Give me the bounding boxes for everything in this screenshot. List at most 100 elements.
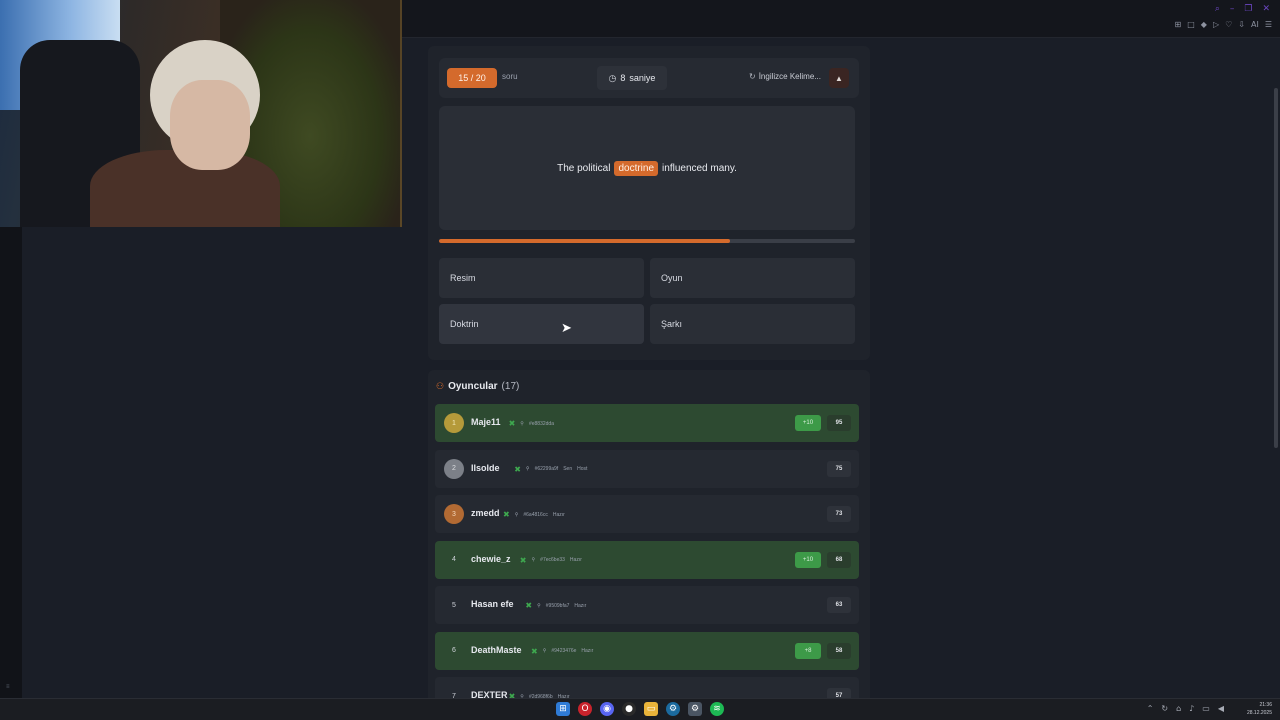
sidebar-menu-icon[interactable]: ≡ — [6, 684, 10, 690]
player-rank: 6 — [452, 647, 456, 654]
opera-icon[interactable]: O — [578, 702, 592, 716]
network-icon[interactable]: ⌂ — [1176, 704, 1181, 713]
player-status: Hazır — [574, 602, 587, 609]
player-status: Hazır — [581, 648, 594, 654]
player-id: #7ec6be33 — [540, 557, 565, 563]
kick-user-icon[interactable]: ⚲ — [537, 603, 541, 609]
answered-check-icon: ✖ — [514, 464, 521, 474]
heart-icon[interactable]: ♡ — [1225, 20, 1232, 29]
time-progress-bar — [439, 239, 855, 243]
search-icon[interactable]: ⌕ — [1215, 4, 1220, 14]
quiz-header: 15 / 20 soru ◷ 8 saniye ↻ İngilizce Keli… — [439, 58, 859, 98]
player-score: 75 — [827, 460, 851, 477]
shield-icon[interactable]: ◆ — [1201, 20, 1207, 29]
answer-option-3[interactable]: Doktrin — [439, 304, 644, 344]
player-score: 95 — [827, 415, 851, 431]
highlighted-word: doctrine — [614, 160, 659, 176]
answered-check-icon: ✖ — [531, 646, 538, 656]
quiz-card: 15 / 20 soru ◷ 8 saniye ↻ İngilizce Keli… — [428, 46, 870, 360]
taskbar-clock[interactable]: 21:36 28.12.2025 — [1247, 701, 1272, 717]
webcam-person-face — [170, 80, 250, 170]
kick-user-icon[interactable]: ⚲ — [520, 421, 524, 427]
player-score: 68 — [827, 551, 851, 568]
users-icon: ⚇ — [436, 381, 445, 391]
question-sentence: The political doctrine influenced many. — [439, 106, 855, 230]
window-controls: ⌕ – ❐ ✕ — [1215, 4, 1270, 14]
player-score: 58 — [827, 642, 851, 659]
question-counter-label: soru — [502, 72, 518, 81]
kick-user-icon[interactable]: ⚲ — [526, 466, 530, 472]
player-meta: ✖ ⚲ #7ec6be33 Hazır — [520, 556, 582, 565]
pin-icon[interactable]: ⊞ — [1175, 20, 1182, 29]
kick-user-icon[interactable]: ⚲ — [543, 648, 547, 654]
players-title: ⚇ Oyuncular (17) — [436, 381, 519, 392]
monitor-icon[interactable]: ▭ — [1202, 704, 1210, 713]
player-name: chewie_z — [471, 553, 511, 564]
answered-check-icon: ✖ — [503, 510, 510, 519]
taskbar-date: 28.12.2025 — [1246, 710, 1272, 716]
player-rank: 5 — [452, 601, 456, 609]
minimize-icon[interactable]: – — [1230, 4, 1235, 14]
player-name: DeathMaste — [471, 644, 522, 655]
player-id: #6a4816cc — [523, 511, 548, 518]
answer-option-2[interactable]: Oyun — [650, 258, 855, 298]
system-tray: ⌃ ↻ ⌂ ♪ ▭ ◀ — [1147, 704, 1224, 713]
scrollbar-thumb[interactable] — [1274, 88, 1278, 448]
player-meta: ✖ ⚲ #62299a9f Sen Host — [514, 465, 587, 474]
kick-user-icon[interactable]: ⚲ — [532, 557, 536, 563]
player-rank: 4 — [452, 556, 456, 563]
player-id: #62299a9f — [534, 466, 559, 472]
windows-start-icon[interactable]: ⊞ — [556, 702, 570, 716]
player-row: 3 zmedd ✖ ⚲ #6a4816cc Hazır 73 — [435, 495, 859, 533]
report-button[interactable]: ▲ — [829, 68, 849, 88]
question-counter: 15 / 20 — [447, 68, 497, 88]
points-gained-badge: +10 — [795, 551, 821, 568]
play-icon[interactable]: ▷ — [1213, 20, 1219, 29]
answer-option-4[interactable]: Şarkı — [650, 304, 855, 344]
page-scrollbar[interactable] — [1273, 40, 1278, 700]
category-text: İngilizce Kelime... — [758, 72, 821, 81]
spotify-icon[interactable]: ≋ — [710, 702, 724, 716]
kick-user-icon[interactable]: ⚲ — [515, 512, 519, 518]
mouse-cursor-icon: ➤ — [561, 321, 572, 336]
timer-unit: saniye — [629, 73, 656, 83]
close-icon[interactable]: ✕ — [1262, 4, 1270, 14]
player-row: 1 Maje11 ✖ ⚲ #e8832dda +10 95 — [435, 404, 859, 442]
settings-icon[interactable]: ⚙ — [688, 702, 702, 716]
player-row: 2 IIsolde ✖ ⚲ #62299a9f Sen Host 75 — [435, 449, 859, 488]
steam-icon[interactable]: ⚙ — [666, 702, 680, 716]
webcam-overlay — [0, 0, 402, 227]
timer-value: 8 — [620, 73, 626, 83]
maximize-icon[interactable]: ❐ — [1244, 4, 1252, 14]
player-meta: ✖ ⚲ #e8832dda — [509, 419, 554, 428]
player-rank: 2 — [444, 458, 464, 479]
sync-icon[interactable]: ↻ — [1161, 704, 1168, 713]
player-meta: ✖ ⚲ #9509bfa7 Hazır — [525, 601, 586, 610]
player-row: 5 Hasan efe ✖ ⚲ #9509bfa7 Hazır 63 — [435, 586, 859, 624]
square-icon[interactable]: □ — [1187, 20, 1195, 29]
player-row: 6 DeathMaste ✖ ⚲ #9423476e Hazır +8 58 — [435, 631, 859, 670]
download-icon[interactable]: ⇩ — [1238, 20, 1245, 29]
sentence-after: influenced many. — [662, 162, 737, 174]
obs-icon[interactable]: ● — [622, 702, 636, 716]
category-label: ↻ İngilizce Kelime... — [749, 72, 821, 81]
ai-button[interactable]: AI — [1251, 20, 1259, 29]
answered-check-icon: ✖ — [508, 419, 516, 428]
discord-icon[interactable]: ◉ — [600, 702, 614, 716]
sentence-before: The political — [557, 162, 611, 174]
player-host-badge: Host — [577, 466, 588, 472]
folder-icon[interactable]: ▭ — [644, 702, 658, 716]
menu-icon[interactable]: ☰ — [1265, 20, 1272, 29]
players-card: ⚇ Oyuncular (17) 1 Maje11 ✖ ⚲ #e8832dda +10 95… — [428, 370, 870, 715]
player-id: #9423476e — [551, 648, 577, 654]
taskbar-time: 21:36 — [1259, 702, 1272, 708]
microphone-icon[interactable]: ♪ — [1189, 704, 1194, 713]
chevron-up-icon[interactable]: ⌃ — [1147, 704, 1154, 713]
taskbar-apps: ⊞ O ◉ ● ▭ ⚙ ⚙ ≋ — [556, 702, 724, 716]
answered-check-icon: ✖ — [525, 601, 533, 610]
answer-option-1[interactable]: Resim — [439, 258, 644, 298]
volume-icon[interactable]: ◀ — [1218, 704, 1224, 713]
player-rank: 1 — [444, 413, 464, 433]
taskbar: ⊞ O ◉ ● ▭ ⚙ ⚙ ≋ ⌃ ↻ ⌂ ♪ ▭ ◀ 21:36 28.12.… — [0, 698, 1280, 720]
player-name: zmedd — [471, 508, 500, 518]
